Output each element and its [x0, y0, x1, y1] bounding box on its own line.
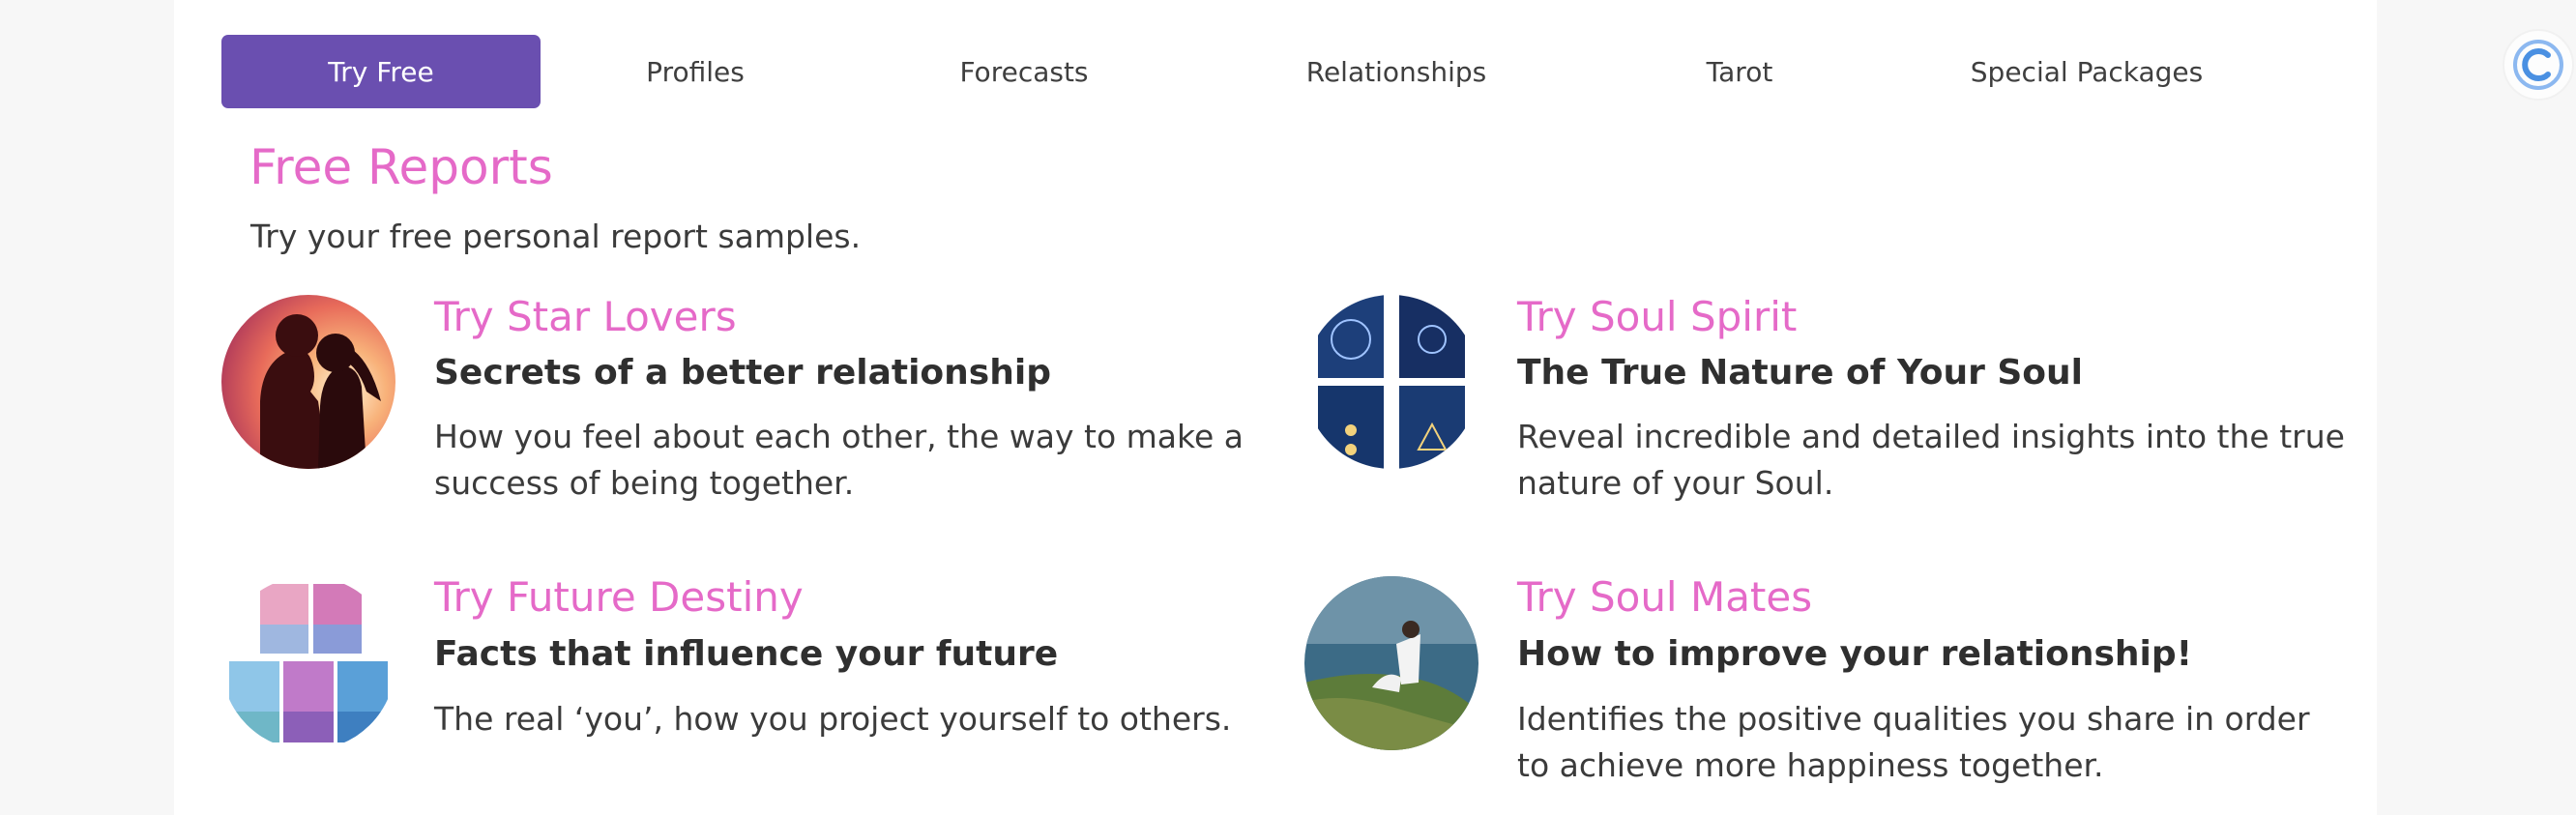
tab-relationships[interactable]: Relationships — [1198, 35, 1595, 108]
tab-try-free[interactable]: Try Free — [221, 35, 541, 108]
page-title: Free Reports — [249, 139, 553, 195]
page-subtitle: Try your free personal report samples. — [250, 218, 862, 255]
report-description-future-destiny: The real ‘you’, how you project yourself… — [434, 700, 1232, 738]
tab-forecasts[interactable]: Forecasts — [850, 35, 1198, 108]
silhouette-couple-sunset-image — [221, 295, 395, 469]
report-title-future-destiny[interactable]: Try Future Destiny — [434, 573, 804, 621]
report-description-soul-spirit: Reveal incredible and detailed insights … — [1517, 418, 2345, 502]
star-lovers-thumbnail[interactable] — [221, 295, 395, 469]
report-title-soul-mates[interactable]: Try Soul Mates — [1517, 573, 1812, 621]
tab-profiles[interactable]: Profiles — [541, 35, 850, 108]
tab-tarot[interactable]: Tarot — [1595, 35, 1885, 108]
soul-report-covers-image — [1304, 295, 1478, 469]
report-description-soul-mates: Identifies the positive qualities you sh… — [1517, 700, 2310, 784]
future-destiny-thumbnail[interactable] — [221, 576, 395, 750]
report-description-star-lovers: How you feel about each other, the way t… — [434, 418, 1244, 502]
assistant-widget-button[interactable] — [2503, 29, 2574, 101]
content-card — [174, 0, 2377, 815]
soul-spirit-thumbnail[interactable] — [1304, 295, 1478, 469]
report-category-tabs: Try Free Profiles Forecasts Relationship… — [221, 35, 2289, 108]
assistant-c-icon — [2513, 40, 2563, 90]
tab-special-packages[interactable]: Special Packages — [1885, 35, 2289, 108]
couple-on-cliff-image — [1304, 576, 1478, 750]
report-headline-soul-spirit: The True Nature of Your Soul — [1517, 353, 2083, 393]
report-headline-future-destiny: Facts that influence your future — [434, 634, 1059, 674]
report-title-soul-spirit[interactable]: Try Soul Spirit — [1517, 293, 1797, 340]
report-headline-soul-mates: How to improve your relationship! — [1517, 634, 2193, 674]
report-headline-star-lovers: Secrets of a better relationship — [434, 353, 1051, 393]
soul-mates-thumbnail[interactable] — [1304, 576, 1478, 750]
destiny-report-covers-image — [221, 576, 395, 750]
report-title-star-lovers[interactable]: Try Star Lovers — [434, 293, 737, 340]
